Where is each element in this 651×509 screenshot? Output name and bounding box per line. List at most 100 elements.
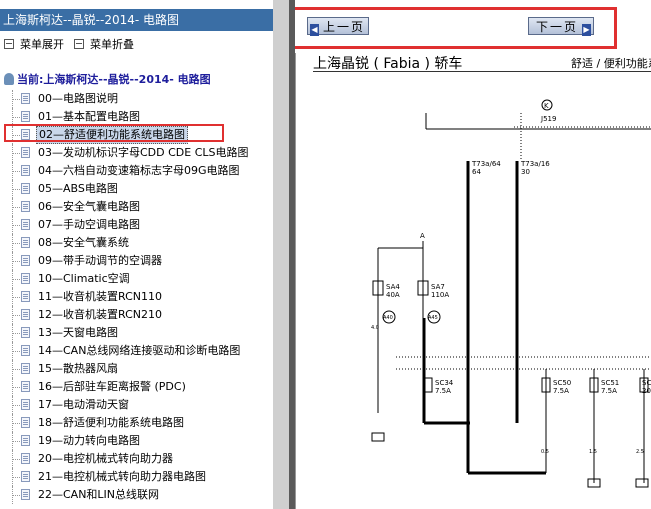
- diagram-fuse-sc34: SC34: [435, 379, 454, 387]
- tree-item[interactable]: 17—电动滑动天窗: [0, 396, 273, 414]
- selected-item-highlight-box: [4, 124, 224, 142]
- diagram-j-label: J519: [540, 115, 556, 123]
- collapse-menu-button[interactable]: 菜单折叠: [74, 38, 134, 52]
- tree-item[interactable]: 12—收音机装置RCN210: [0, 306, 273, 324]
- diagram-pin-a: 64: [472, 168, 481, 176]
- document-icon: [21, 219, 30, 230]
- diagram-fuse-sc51: SC51: [601, 379, 619, 387]
- diagram-wire-size-c: 1.5: [589, 449, 597, 455]
- tree-item-label: 13—天窗电路图: [38, 326, 118, 339]
- tree-branch-line: [12, 315, 20, 316]
- tree-item-label: 04—六档自动变速箱标志字母09G电路图: [38, 164, 240, 177]
- tree-branch-line: [12, 477, 20, 478]
- tree-item[interactable]: 13—天窗电路图: [0, 324, 273, 342]
- tree-item[interactable]: 18—舒适便利功能系统电路图: [0, 414, 273, 432]
- tree-branch-line: [12, 243, 20, 244]
- document-icon: [21, 165, 30, 176]
- tree-branch-line: [12, 405, 20, 406]
- tree-branch-line: [12, 189, 20, 190]
- tree-item[interactable]: 06—安全气囊电路图: [0, 198, 273, 216]
- diagram-fuse-sc50-rating: 7.5A: [553, 387, 569, 395]
- tree-item-label: 08—安全气囊系统: [38, 236, 129, 249]
- tree-item-label: 07—手动空调电路图: [38, 218, 140, 231]
- diagram-fuse-sa7: SA7: [431, 283, 445, 291]
- prev-page-button[interactable]: ◀ 上一页: [307, 17, 369, 36]
- diagram-fuse-sa7-rating: 110A: [431, 291, 449, 299]
- tree-item[interactable]: 16—后部驻车距离报警 (PDC): [0, 378, 273, 396]
- next-page-button[interactable]: 下一页 ▶: [528, 17, 594, 36]
- tree-item-label: 10—Climatic空调: [38, 272, 130, 285]
- title-rule: [313, 71, 651, 72]
- tree-branch-line: [12, 279, 20, 280]
- tree-branch-line: [12, 261, 20, 262]
- diagram-node-a45: A45: [428, 315, 438, 321]
- document-icon: [21, 417, 30, 428]
- tree-item-label: 15—散热器风扇: [38, 362, 118, 375]
- tree-branch-line: [12, 153, 20, 154]
- viewer-toolbar: ◀ 上一页 下一页 ▶: [295, 0, 651, 53]
- document-icon: [21, 237, 30, 248]
- tree-item[interactable]: 14—CAN总线网络连接驱动和诊断电路图: [0, 342, 273, 360]
- diagram-top-mark: K: [544, 102, 549, 110]
- document-icon: [21, 435, 30, 446]
- tree-item-label: 19—动力转向电路图: [38, 434, 140, 447]
- tree-item-label: 20—电控机械式转向助力器: [38, 452, 173, 465]
- diagram-wire-size-b: 0.5: [541, 449, 549, 455]
- tree-item[interactable]: 08—安全气囊系统: [0, 234, 273, 252]
- document-icon: [21, 345, 30, 356]
- document-icon: [21, 111, 30, 122]
- tree-item[interactable]: 11—收音机装置RCN110: [0, 288, 273, 306]
- tree-branch-line: [12, 441, 20, 442]
- tree-root[interactable]: 当前:上海斯柯达--晶锐--2014- 电路图: [4, 72, 211, 88]
- document-icon: [21, 453, 30, 464]
- document-icon: [21, 471, 30, 482]
- diagram-connector-b: T73a/16: [520, 160, 550, 168]
- tree-item-label: 14—CAN总线网络连接驱动和诊断电路图: [38, 344, 241, 357]
- tree-item[interactable]: 00—电路图说明: [0, 90, 273, 108]
- document-icon: [21, 255, 30, 266]
- tree-panel: 上海斯柯达--晶锐--2014- 电路图 菜单展开 菜单折叠 当前:上海斯柯达-…: [0, 0, 273, 509]
- tree-branch-line: [12, 225, 20, 226]
- tree-item[interactable]: 09—带手动调节的空调器: [0, 252, 273, 270]
- tree-item[interactable]: 20—电控机械式转向助力器: [0, 450, 273, 468]
- tree-item[interactable]: 22—CAN和LIN总线联网: [0, 486, 273, 504]
- tree-item[interactable]: 10—Climatic空调: [0, 270, 273, 288]
- document-icon: [21, 183, 30, 194]
- expand-menu-button[interactable]: 菜单展开: [4, 38, 64, 52]
- diagram-title: 上海晶锐 ( Fabia ) 轿车: [313, 56, 463, 72]
- diagram-fuse-sc51-rating: 7.5A: [601, 387, 617, 395]
- tree-branch-line: [12, 207, 20, 208]
- diagram-fuse-sa4: SA4: [386, 283, 400, 291]
- tree-item[interactable]: 05—ABS电路图: [0, 180, 273, 198]
- arrow-right-icon: ▶: [582, 24, 591, 36]
- arrow-left-icon: ◀: [310, 24, 319, 36]
- tree-branch-line: [12, 387, 20, 388]
- tree-item-label: 01—基本配置电路图: [38, 110, 140, 123]
- tree-item[interactable]: 15—散热器风扇: [0, 360, 273, 378]
- tree-item-label: 11—收音机装置RCN110: [38, 290, 162, 303]
- tree-item[interactable]: 07—手动空调电路图: [0, 216, 273, 234]
- tree-item-label: 17—电动滑动天窗: [38, 398, 129, 411]
- diagram-node-a40: A40: [383, 315, 393, 321]
- tree-item-label: 16—后部驻车距离报警 (PDC): [38, 380, 186, 393]
- tree-item-label: 03—发动机标识字母CDD CDE CLS电路图: [38, 146, 249, 159]
- tree-item[interactable]: 04—六档自动变速箱标志字母09G电路图: [0, 162, 273, 180]
- tree-item[interactable]: 19—动力转向电路图: [0, 432, 273, 450]
- document-icon: [21, 363, 30, 374]
- tree-item-label: 18—舒适便利功能系统电路图: [38, 416, 184, 429]
- document-icon: [21, 291, 30, 302]
- document-icon: [21, 381, 30, 392]
- tree-branch-line: [12, 99, 20, 100]
- tree-item-label: 09—带手动调节的空调器: [38, 254, 162, 267]
- diagram-wire-size-a: 4.0: [371, 325, 379, 331]
- tree-item-label: 22—CAN和LIN总线联网: [38, 488, 160, 501]
- tree-item[interactable]: 21—电控机械式转向助力器电路图: [0, 468, 273, 486]
- diagram-fuse-sa4-rating: 40A: [386, 291, 400, 299]
- tree-header-title: 上海斯柯达--晶锐--2014- 电路图: [0, 9, 273, 31]
- tree-branch-line: [12, 423, 20, 424]
- tree-scrollbar[interactable]: [273, 0, 289, 509]
- document-icon: [21, 93, 30, 104]
- tree-item[interactable]: 03—发动机标识字母CDD CDE CLS电路图: [0, 144, 273, 162]
- tree-branch-line: [12, 333, 20, 334]
- document-icon: [21, 147, 30, 158]
